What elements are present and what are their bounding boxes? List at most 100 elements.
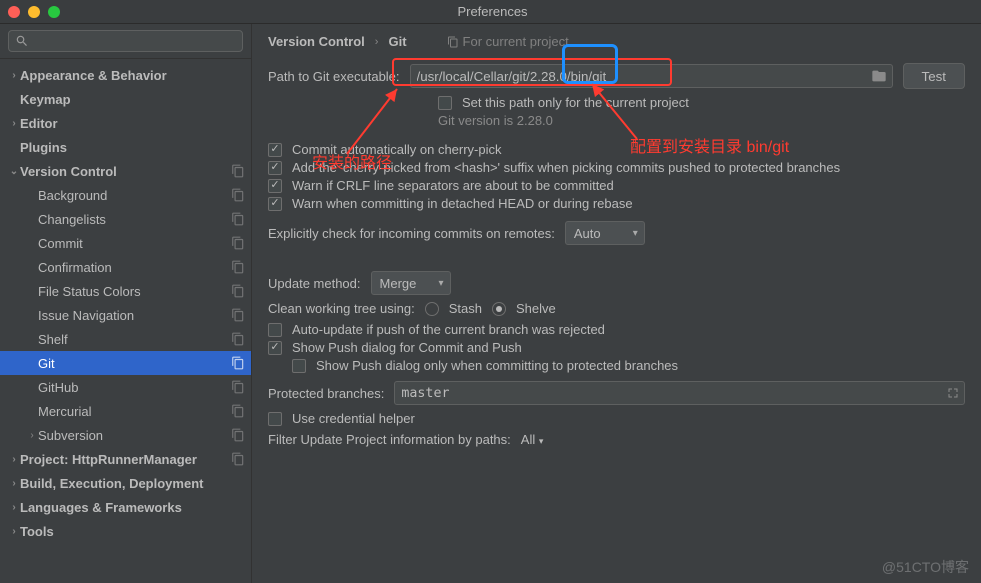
copy-icon — [231, 284, 245, 298]
close-window-button[interactable] — [8, 6, 20, 18]
sidebar-item-background[interactable]: Background — [0, 183, 251, 207]
sidebar-item-commit[interactable]: Commit — [0, 231, 251, 255]
watermark: @51CTO博客 — [882, 557, 969, 577]
sidebar-item-label: GitHub — [38, 380, 231, 395]
sidebar-item-appearance-behavior[interactable]: ›Appearance & Behavior — [0, 63, 251, 87]
sidebar-item-confirmation[interactable]: Confirmation — [0, 255, 251, 279]
update-method-select[interactable]: Merge — [371, 271, 451, 295]
sidebar-item-editor[interactable]: ›Editor — [0, 111, 251, 135]
copy-icon — [231, 380, 245, 394]
copy-icon — [231, 164, 245, 178]
auto-update-checkbox[interactable] — [268, 323, 282, 337]
breadcrumb-section[interactable]: Version Control — [268, 34, 365, 49]
tree-arrow-icon: › — [8, 502, 20, 513]
tree-arrow-icon: › — [8, 526, 20, 537]
minimize-window-button[interactable] — [28, 6, 40, 18]
shelve-radio[interactable] — [492, 302, 506, 316]
sidebar-item-build-execution-deployment[interactable]: ›Build, Execution, Deployment — [0, 471, 251, 495]
protected-label: Protected branches: — [268, 386, 384, 401]
sidebar: ›Appearance & BehaviorKeymap›EditorPlugi… — [0, 24, 252, 583]
sidebar-item-tools[interactable]: ›Tools — [0, 519, 251, 543]
search-input[interactable] — [8, 30, 243, 52]
sidebar-item-label: Confirmation — [38, 260, 231, 275]
window-title: Preferences — [60, 4, 925, 19]
copy-icon — [231, 356, 245, 370]
copy-icon — [231, 188, 245, 202]
sidebar-item-label: Appearance & Behavior — [20, 68, 245, 83]
sidebar-item-mercurial[interactable]: Mercurial — [0, 399, 251, 423]
update-method-label: Update method: — [268, 276, 361, 291]
sidebar-item-label: Languages & Frameworks — [20, 500, 245, 515]
sidebar-item-plugins[interactable]: Plugins — [0, 135, 251, 159]
tree-arrow-icon: ⌄ — [8, 166, 20, 177]
copy-icon — [231, 452, 245, 466]
sidebar-item-label: Mercurial — [38, 404, 231, 419]
sidebar-item-label: Changelists — [38, 212, 231, 227]
tree-arrow-icon: › — [8, 454, 20, 465]
copy-icon — [231, 236, 245, 250]
expand-icon[interactable] — [947, 387, 959, 399]
traffic-lights — [8, 6, 60, 18]
filter-value-dropdown[interactable]: All ▾ — [521, 432, 544, 447]
tree-arrow-icon: › — [8, 478, 20, 489]
sidebar-item-issue-navigation[interactable]: Issue Navigation — [0, 303, 251, 327]
git-version-info: Git version is 2.28.0 — [438, 113, 553, 128]
copy-icon — [231, 260, 245, 274]
sidebar-item-label: Background — [38, 188, 231, 203]
scope-indicator: For current project — [447, 34, 569, 49]
sidebar-item-label: File Status Colors — [38, 284, 231, 299]
filter-label: Filter Update Project information by pat… — [268, 432, 511, 447]
sidebar-item-keymap[interactable]: Keymap — [0, 87, 251, 111]
set-path-only-label: Set this path only for the current proje… — [462, 95, 689, 110]
credential-helper-checkbox[interactable] — [268, 412, 282, 426]
copy-icon — [231, 308, 245, 322]
cherry-suffix-checkbox[interactable] — [268, 161, 282, 175]
copy-icon — [447, 36, 459, 48]
settings-tree[interactable]: ›Appearance & BehaviorKeymap›EditorPlugi… — [0, 59, 251, 583]
protected-branches-input[interactable] — [394, 381, 965, 405]
zoom-window-button[interactable] — [48, 6, 60, 18]
sidebar-item-version-control[interactable]: ⌄Version Control — [0, 159, 251, 183]
tree-arrow-icon: › — [26, 430, 38, 441]
sidebar-item-github[interactable]: GitHub — [0, 375, 251, 399]
sidebar-item-changelists[interactable]: Changelists — [0, 207, 251, 231]
chevron-right-icon: › — [375, 36, 379, 48]
explicit-check-select[interactable]: Auto — [565, 221, 645, 245]
sidebar-item-git[interactable]: Git — [0, 351, 251, 375]
stash-radio[interactable] — [425, 302, 439, 316]
git-path-input[interactable] — [410, 64, 893, 88]
sidebar-item-subversion[interactable]: ›Subversion — [0, 423, 251, 447]
sidebar-item-label: Git — [38, 356, 231, 371]
sidebar-item-label: Editor — [20, 116, 245, 131]
explicit-check-label: Explicitly check for incoming commits on… — [268, 226, 555, 241]
sidebar-item-label: Shelf — [38, 332, 231, 347]
search-icon — [15, 34, 29, 48]
commit-auto-checkbox[interactable] — [268, 143, 282, 157]
sidebar-item-languages-frameworks[interactable]: ›Languages & Frameworks — [0, 495, 251, 519]
sidebar-item-file-status-colors[interactable]: File Status Colors — [0, 279, 251, 303]
copy-icon — [231, 212, 245, 226]
breadcrumb: Version Control › Git For current projec… — [268, 34, 965, 49]
copy-icon — [231, 404, 245, 418]
breadcrumb-page: Git — [388, 34, 406, 49]
test-button[interactable]: Test — [903, 63, 965, 89]
sidebar-item-label: Project: HttpRunnerManager — [20, 452, 231, 467]
sidebar-item-label: Version Control — [20, 164, 231, 179]
sidebar-item-label: Commit — [38, 236, 231, 251]
sidebar-item-shelf[interactable]: Shelf — [0, 327, 251, 351]
titlebar: Preferences — [0, 0, 981, 24]
warn-detached-checkbox[interactable] — [268, 197, 282, 211]
copy-icon — [231, 332, 245, 346]
show-push-protected-checkbox[interactable] — [292, 359, 306, 373]
folder-icon[interactable] — [871, 68, 887, 84]
copy-icon — [231, 428, 245, 442]
sidebar-item-label: Plugins — [20, 140, 245, 155]
clean-tree-label: Clean working tree using: — [268, 301, 415, 316]
warn-crlf-checkbox[interactable] — [268, 179, 282, 193]
sidebar-item-project-httprunnermanager[interactable]: ›Project: HttpRunnerManager — [0, 447, 251, 471]
sidebar-item-label: Keymap — [20, 92, 245, 107]
set-path-only-checkbox[interactable] — [438, 96, 452, 110]
sidebar-item-label: Build, Execution, Deployment — [20, 476, 245, 491]
sidebar-item-label: Issue Navigation — [38, 308, 231, 323]
show-push-checkbox[interactable] — [268, 341, 282, 355]
